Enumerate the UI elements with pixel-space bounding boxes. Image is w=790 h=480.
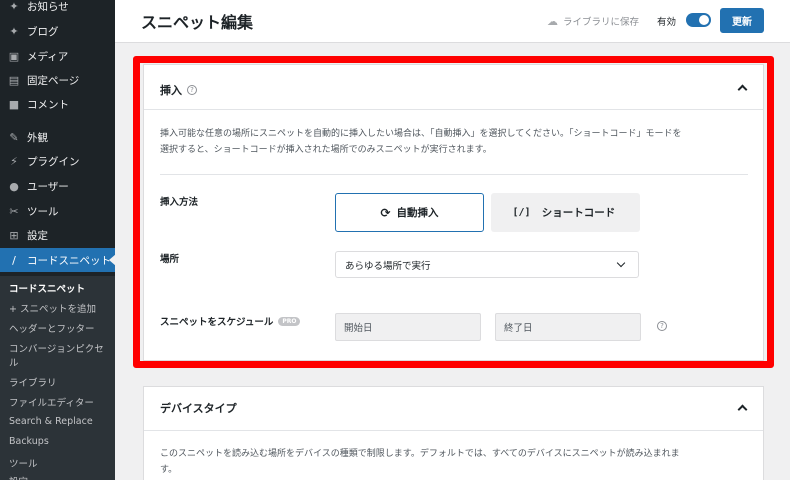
- device-type-panel: デバイスタイプ このスニペットを読み込む場所をデバイスの種類で制限します。デフォ…: [143, 386, 764, 480]
- sidebar-item-blog[interactable]: ✦ ブログ: [0, 19, 115, 43]
- collapse-chevron-icon[interactable]: [737, 84, 748, 95]
- editor-header: スニペット編集 ☁ ライブラリに保存 有効 更新: [115, 0, 790, 43]
- sidebar-item-tools[interactable]: ✂ ツール: [0, 199, 115, 223]
- location-select[interactable]: あらゆる場所で実行: [335, 251, 639, 278]
- device-description: このスニペットを読み込む場所をデバイスの種類で制限します。デフォルトでは、すべて…: [160, 446, 750, 478]
- sidebar-item-media[interactable]: ▣ メディア: [0, 44, 115, 68]
- active-label: 有効: [657, 17, 677, 28]
- insert-description: 挿入可能な任意の場所にスニペットを自動的に挿入したい場合は、「自動挿入」を選択し…: [160, 126, 750, 158]
- sidebar-item-label: プラグイン: [27, 155, 80, 168]
- shortcode-icon: [/]: [512, 207, 531, 218]
- sidebar-item-news[interactable]: ✦ お知らせ: [0, 0, 115, 18]
- current-menu-arrow: [109, 254, 116, 266]
- sidebar-item-label: ユーザー: [27, 180, 69, 193]
- submenu-item-file-editor[interactable]: ファイルエディター: [9, 395, 94, 409]
- sidebar-item-label: 外観: [27, 131, 48, 144]
- code-icon: /: [12, 253, 16, 267]
- insert-method-label: 挿入方法: [160, 197, 199, 208]
- insert-panel: 挿入 ? 挿入可能な任意の場所にスニペットを自動的に挿入したい場合は、「自動挿入…: [143, 64, 764, 361]
- insert-description-line: 選択すると、ショートコードが挿入された場所でのみスニペットが実行されます。: [160, 145, 492, 155]
- sidebar-item-label: コードスニペット: [27, 254, 111, 267]
- plugin-icon: ⚡: [10, 154, 18, 168]
- schedule-label: スニペットをスケジュール PRO: [160, 314, 301, 328]
- submenu-item-search-replace[interactable]: Search & Replace: [9, 416, 93, 427]
- sidebar-item-plugins[interactable]: ⚡ プラグイン: [0, 149, 115, 173]
- settings-icon: ⊞: [9, 228, 19, 242]
- sidebar-item-label: ブログ: [27, 25, 59, 38]
- insert-panel-title: 挿入: [160, 84, 182, 97]
- page-icon: ▤: [8, 73, 20, 87]
- submenu-item-code-snippets[interactable]: コードスニペット: [9, 281, 85, 295]
- pro-badge: PRO: [278, 316, 301, 326]
- sidebar-item-label: ツール: [27, 205, 59, 218]
- save-to-library-button[interactable]: ☁ ライブラリに保存: [547, 14, 640, 29]
- sidebar-item-label: 設定: [27, 229, 48, 242]
- auto-insert-button[interactable]: ⟳ 自動挿入: [335, 193, 484, 232]
- submenu-item-conversion-pixels[interactable]: コンバージョンピクセ: [9, 341, 104, 355]
- update-button[interactable]: 更新: [720, 8, 764, 33]
- page-title: スニペット編集: [141, 13, 254, 32]
- toggle-knob: [699, 15, 709, 25]
- description-divider: [160, 174, 748, 175]
- panel-header-divider: [144, 430, 763, 431]
- location-label: 場所: [160, 254, 180, 265]
- submenu-item-tools[interactable]: ツール: [9, 456, 38, 470]
- shortcode-button[interactable]: [/] ショートコード: [491, 193, 640, 232]
- submenu-item-library[interactable]: ライブラリ: [9, 375, 57, 389]
- pin-icon: ✦: [9, 0, 19, 13]
- media-icon: ▣: [8, 49, 20, 63]
- submenu-item-backups[interactable]: Backups: [9, 436, 49, 447]
- sidebar-item-comments[interactable]: ■ コメント: [0, 92, 115, 116]
- sidebar-item-appearance[interactable]: ✎ 外観: [0, 125, 115, 149]
- save-to-library-label: ライブラリに保存: [563, 17, 640, 28]
- comment-icon: ■: [8, 97, 20, 111]
- sidebar-item-code-snippets[interactable]: / コードスニペット: [0, 248, 116, 272]
- cloud-icon: ☁: [547, 14, 558, 28]
- shortcode-label: ショートコード: [541, 206, 616, 219]
- schedule-label-text: スニペットをスケジュール: [160, 317, 274, 328]
- sync-icon: ⟳: [380, 205, 391, 220]
- insert-description-line: 挿入可能な任意の場所にスニペットを自動的に挿入したい場合は、「自動挿入」を選択し…: [160, 129, 682, 139]
- sidebar-item-label: お知らせ: [27, 0, 69, 13]
- submenu-item-conversion-pixels-wrap[interactable]: ル: [9, 355, 19, 369]
- sidebar-submenu: コードスニペット + スニペットを追加 ヘッダーとフッター コンバージョンピクセ…: [0, 276, 115, 480]
- user-icon: ●: [9, 179, 19, 193]
- device-description-line: す。: [160, 465, 178, 475]
- wrench-icon: ✂: [9, 204, 19, 218]
- brush-icon: ✎: [9, 130, 19, 144]
- submenu-item-header-footer[interactable]: ヘッダーとフッター: [9, 321, 95, 335]
- sidebar-item-users[interactable]: ● ユーザー: [0, 174, 115, 198]
- sidebar-item-pages[interactable]: ▤ 固定ページ: [0, 68, 115, 92]
- sidebar-item-label: コメント: [27, 98, 69, 111]
- location-select-value: あらゆる場所で実行: [345, 260, 431, 272]
- collapse-chevron-icon[interactable]: [737, 404, 748, 415]
- schedule-end-input[interactable]: 終了日: [495, 313, 641, 341]
- submenu-item-settings[interactable]: 設定: [9, 474, 28, 480]
- submenu-item-add-snippet[interactable]: + スニペットを追加: [9, 301, 96, 315]
- insert-panel-header[interactable]: 挿入 ?: [160, 82, 197, 98]
- device-panel-title[interactable]: デバイスタイプ: [160, 400, 237, 416]
- sidebar-item-label: 固定ページ: [27, 74, 80, 87]
- sidebar-item-settings[interactable]: ⊞ 設定: [0, 223, 115, 247]
- pin-icon: ✦: [9, 24, 19, 38]
- chevron-down-icon: [616, 258, 626, 268]
- auto-insert-label: 自動挿入: [396, 207, 439, 219]
- device-description-line: このスニペットを読み込む場所をデバイスの種類で制限します。デフォルトでは、すべて…: [160, 449, 680, 459]
- admin-sidebar: ✦ お知らせ ✦ ブログ ▣ メディア ▤ 固定ページ ■ コメント ✎ 外観 …: [0, 0, 116, 480]
- panel-header-divider: [144, 109, 763, 110]
- help-icon[interactable]: ?: [187, 85, 197, 95]
- help-icon[interactable]: ?: [657, 321, 667, 331]
- sidebar-item-label: メディア: [27, 50, 69, 63]
- schedule-start-input[interactable]: 開始日: [335, 313, 481, 341]
- active-toggle[interactable]: [686, 13, 711, 27]
